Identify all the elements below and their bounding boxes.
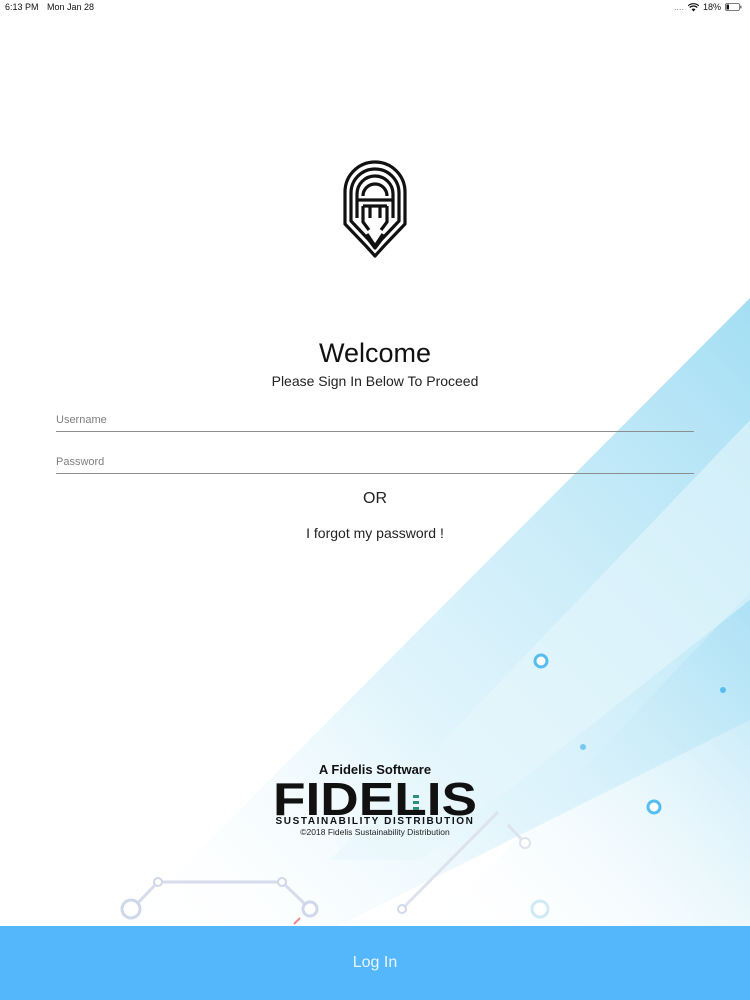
battery-icon (725, 3, 742, 11)
login-screen: 6:13 PM Mon Jan 28 .... 18% Welcome Plea… (0, 0, 750, 1000)
fidelis-wordmark-text: FIDELIS (273, 777, 477, 819)
status-indicators: .... 18% (674, 2, 742, 12)
bg-accent-ring (533, 653, 549, 669)
signal-indicator: .... (673, 2, 684, 12)
bg-accent-dot (580, 744, 586, 750)
bg-circuit-node (277, 877, 287, 887)
brand-block: A Fidelis Software FIDELIS SUSTAINABILIT… (262, 762, 488, 837)
bg-circuit-node (153, 877, 163, 887)
wifi-icon (687, 2, 699, 11)
bg-circuit-node (519, 837, 531, 849)
bg-circuit-node (397, 904, 407, 914)
status-date: Mon Jan 28 (47, 2, 95, 12)
bg-circuit-node (120, 898, 142, 920)
username-field[interactable] (56, 401, 694, 432)
battery-percentage: 18% (702, 2, 721, 12)
fidelis-wordmark-logo: FIDELIS (273, 777, 477, 819)
brand-subline: SUSTAINABILITY DISTRIBUTION (275, 816, 475, 827)
login-button[interactable]: Log In (0, 926, 750, 1000)
helmet-logo-icon (343, 160, 407, 258)
status-bar: 6:13 PM Mon Jan 28 .... 18% (0, 0, 750, 16)
bg-circuit-node (530, 899, 550, 919)
bg-accent-dot (720, 687, 726, 693)
username-input[interactable] (56, 411, 694, 429)
copyright-text: ©2018 Fidelis Sustainability Distributio… (300, 827, 450, 837)
password-field[interactable] (56, 443, 694, 474)
status-time: 6:13 PM (5, 2, 39, 12)
bg-circuit-node (301, 900, 319, 918)
password-input[interactable] (56, 453, 694, 471)
bg-accent-ring (646, 799, 662, 815)
page-title: Welcome (318, 338, 432, 368)
forgot-password-link[interactable]: I forgot my password ! (0, 525, 750, 541)
page-subtitle: Please Sign In Below To Proceed (271, 373, 479, 389)
or-divider: OR (363, 490, 387, 507)
brand-tagline: A Fidelis Software (318, 762, 432, 777)
